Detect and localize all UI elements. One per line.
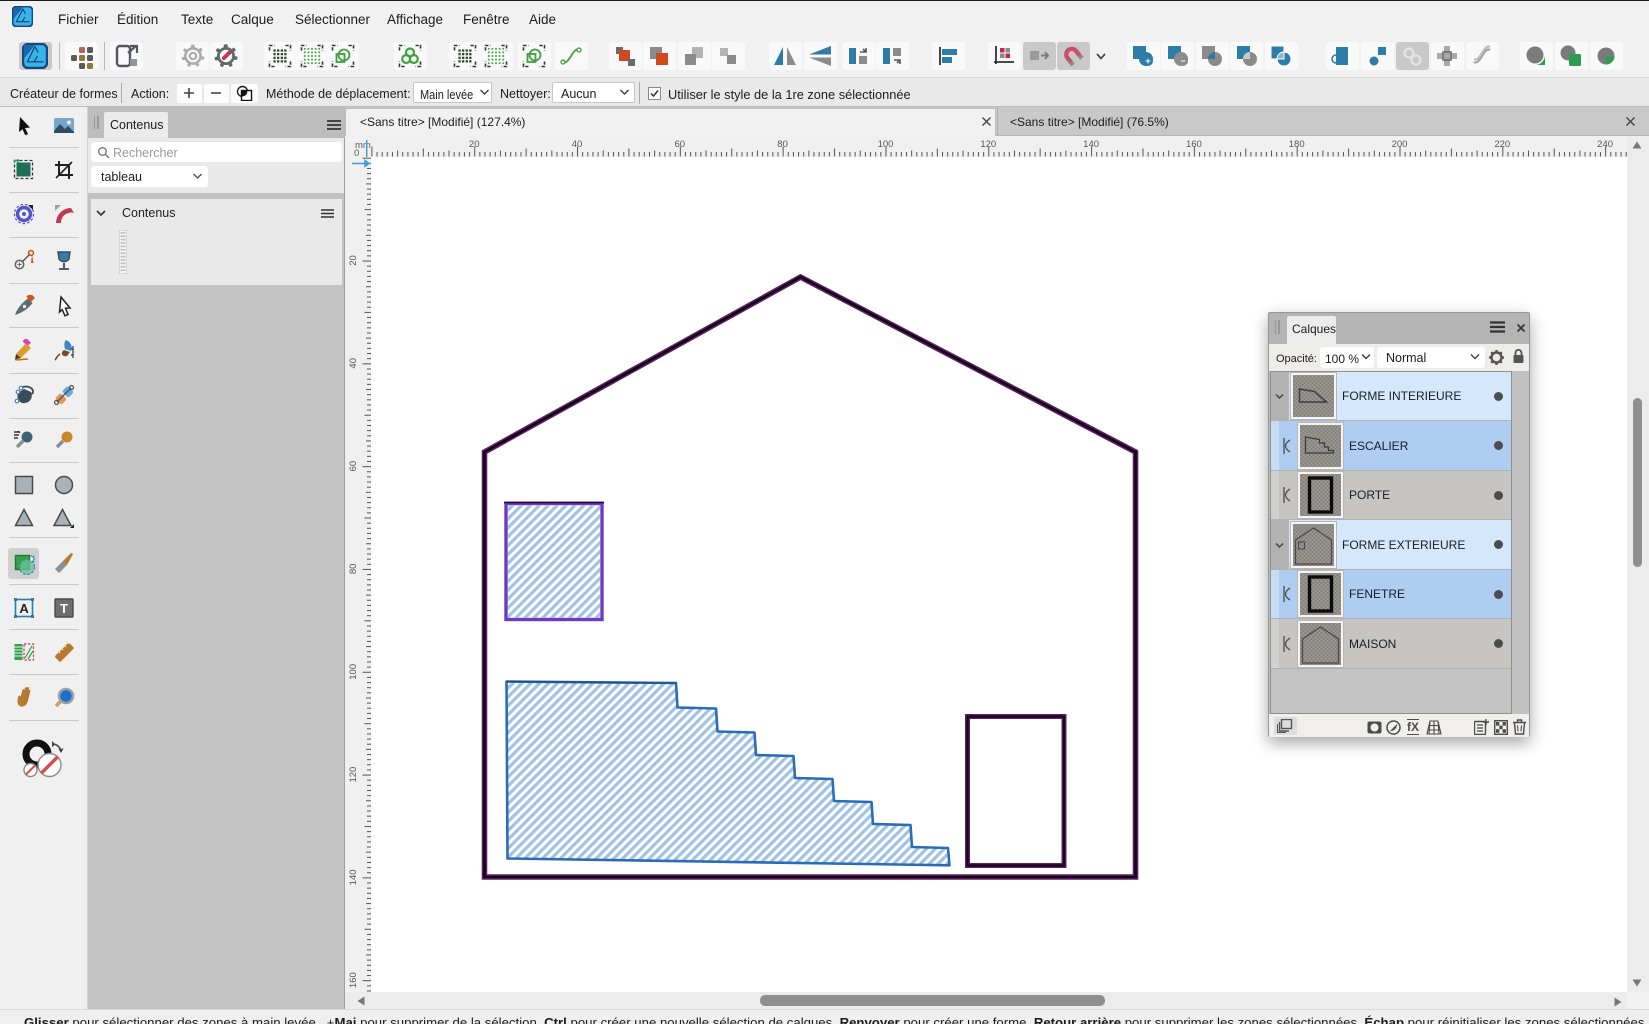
svg-text:A: A [19, 601, 29, 616]
svg-text:120: 120 [348, 767, 359, 783]
svg-text:20: 20 [348, 255, 359, 266]
svg-text:220: 220 [1494, 139, 1510, 150]
svg-text:60: 60 [348, 461, 359, 472]
svg-text:80: 80 [777, 139, 788, 150]
svg-text:T: T [60, 600, 68, 615]
svg-text:100: 100 [348, 664, 359, 680]
svg-text:140: 140 [348, 869, 359, 885]
svg-text:−: − [1180, 56, 1185, 66]
svg-text:+: + [1145, 56, 1150, 66]
svg-text:0: 0 [354, 148, 359, 157]
svg-text:40: 40 [348, 358, 359, 369]
svg-text:240: 240 [1597, 139, 1613, 150]
svg-text:160: 160 [348, 972, 359, 988]
svg-text:80: 80 [348, 564, 359, 575]
svg-text:20: 20 [469, 139, 480, 150]
svg-text:40: 40 [572, 139, 583, 150]
svg-text:60: 60 [675, 139, 686, 150]
